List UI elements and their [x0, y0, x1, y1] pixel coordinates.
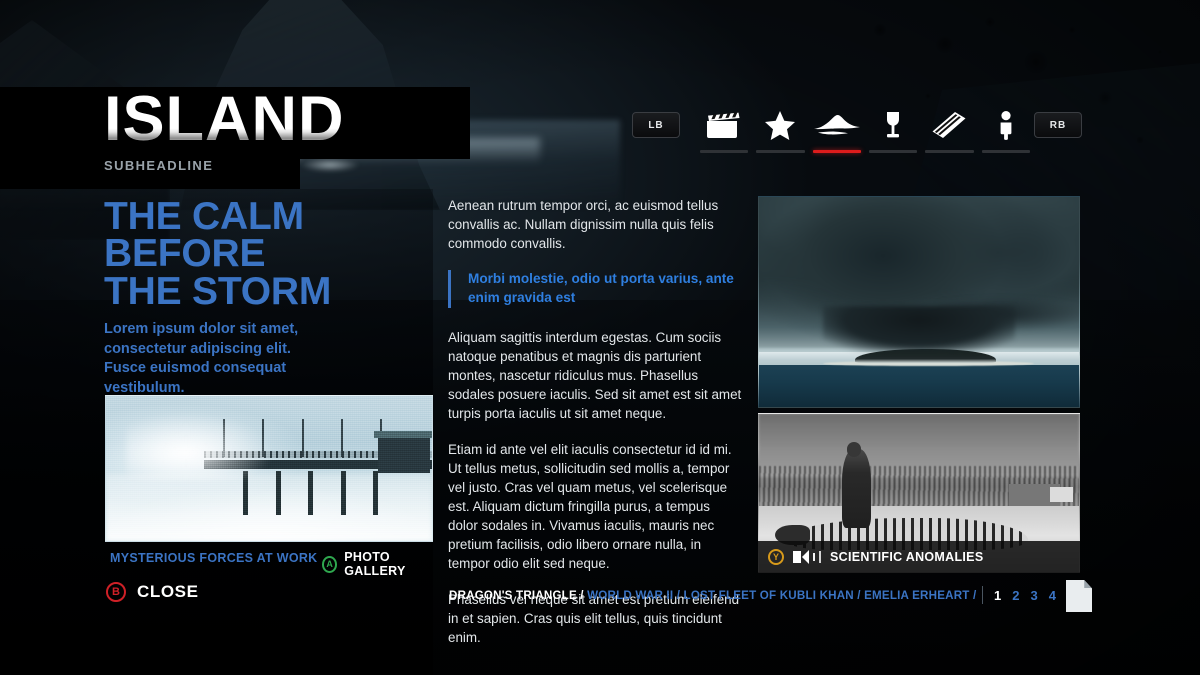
article-paragraph-3: Etiam id ante vel elit iaculis consectet…: [448, 441, 732, 571]
kicker-line-3: THE STORM: [104, 269, 332, 313]
nav-indicator-active: [812, 150, 861, 153]
close-button-label: CLOSE: [137, 582, 199, 601]
pager-divider: [982, 586, 983, 604]
media-photo-storm[interactable]: [758, 196, 1080, 408]
y-button-icon: Y: [768, 549, 784, 565]
media-caption-bar[interactable]: Y SCIENTIFIC ANOMALIES: [758, 541, 1080, 573]
nav-tab-movies[interactable]: [696, 108, 752, 163]
a-button-icon: A: [322, 555, 338, 573]
kicker-line-1: THE CALM: [104, 195, 304, 238]
nav-tab-character[interactable]: [978, 108, 1034, 163]
clapperboard-icon: [705, 108, 743, 142]
page-title-block: ISLAND SUBHEADLINE: [104, 88, 345, 174]
photo-gallery-label: PHOTO GALLERY: [344, 550, 406, 578]
nav-tab-book[interactable]: [921, 108, 977, 163]
media-caption-label: SCIENTIFIC ANOMALIES: [830, 550, 984, 564]
nav-tab-island[interactable]: [809, 108, 865, 163]
kicker-line-2: BEFORE: [104, 232, 266, 276]
feature-caption-row: MYSTERIOUS FORCES AT WORK A PHOTO GALLER…: [110, 550, 440, 578]
person-icon: [998, 108, 1014, 142]
storm-ocean: [759, 365, 1079, 407]
page-button-4[interactable]: 4: [1049, 588, 1056, 603]
nav-indicator: [925, 150, 974, 153]
page-button-3[interactable]: 3: [1030, 588, 1037, 603]
storm-cloud-base: [823, 306, 1015, 353]
feature-lede: Lorem ipsum dolor sit amet, consectetur …: [104, 321, 299, 397]
page-subheadline: SUBHEADLINE: [104, 158, 214, 173]
goblet-icon: [883, 108, 903, 142]
feature-photo-caption: MYSTERIOUS FORCES AT WORK: [110, 551, 318, 565]
photo-gallery-button[interactable]: A PHOTO GALLERY: [322, 550, 440, 578]
pagination: 1 2 3 4: [982, 586, 1067, 604]
article-paragraph-2: Aliquam sagittis interdum egestas. Cum s…: [448, 329, 742, 421]
document-fold: [1084, 580, 1092, 589]
page-button-1[interactable]: 1: [994, 588, 1001, 603]
nav-tab-goblet[interactable]: [865, 108, 921, 163]
photo-grain: [106, 396, 432, 541]
feature-photo-storm-pier[interactable]: [105, 395, 433, 542]
star-icon: [765, 108, 796, 142]
breadcrumb: DRAGON'S TRIANGLE / WORLD WAR II / LOST …: [449, 589, 976, 602]
left-bumper-button[interactable]: LB: [632, 112, 680, 138]
document-icon[interactable]: [1066, 580, 1092, 612]
island-icon: [813, 108, 860, 142]
book-icon: [931, 108, 967, 142]
page-button-2[interactable]: 2: [1012, 588, 1019, 603]
close-button[interactable]: B CLOSE: [106, 582, 199, 602]
feature-kicker: THE CALM BEFORE THE STORM: [104, 195, 424, 313]
nav-indicator: [981, 150, 1030, 153]
nav-indicator: [756, 150, 805, 153]
bw-person: [842, 448, 871, 528]
right-bumper-button[interactable]: RB: [1034, 112, 1082, 138]
bw-hut-small: [1050, 486, 1073, 503]
speaker-icon: [793, 550, 821, 564]
nav-indicator: [700, 150, 749, 153]
article-paragraph-1: Aenean rutrum tempor orci, ac euismod te…: [448, 198, 719, 252]
nav-items: [696, 108, 1034, 163]
breadcrumb-links[interactable]: WORLD WAR II / LOST FLEET OF KUBLI KHAN …: [587, 589, 976, 602]
top-navigation: LB RB: [630, 108, 1100, 163]
bw-person-head: [846, 442, 862, 457]
nav-tab-favorites[interactable]: [752, 108, 808, 163]
nav-indicator: [868, 150, 918, 153]
breadcrumb-current: DRAGON'S TRIANGLE /: [449, 589, 584, 602]
page-title: ISLAND: [104, 88, 345, 151]
app-root: ISLAND SUBHEADLINE LB RB THE CALM BEFORE…: [0, 0, 1200, 675]
page-title-text: ISLAND: [104, 84, 345, 154]
article-pullquote: Morbi molestie, odio ut porta varius, an…: [448, 270, 743, 308]
b-button-icon: B: [106, 582, 126, 602]
